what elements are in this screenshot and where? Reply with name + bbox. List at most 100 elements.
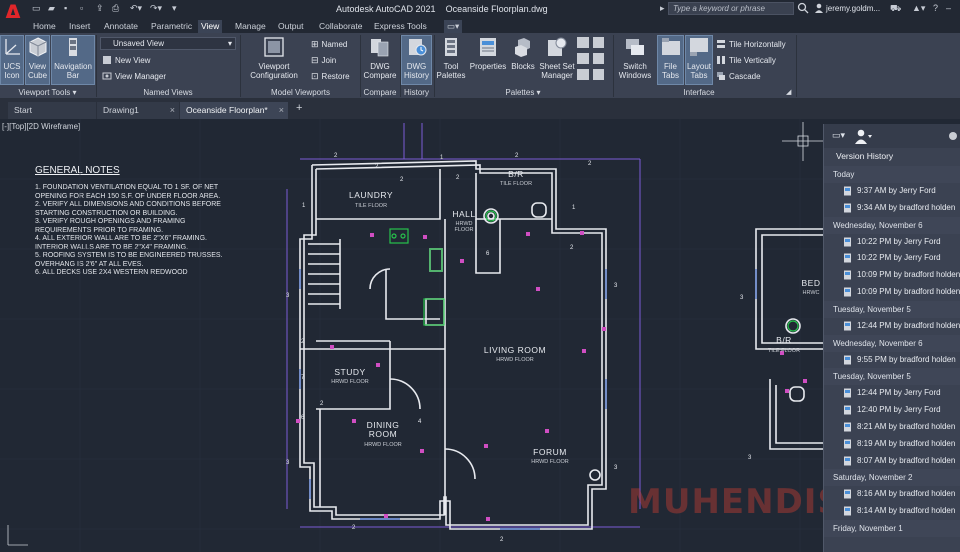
viewport-tools-panel-label[interactable]: Viewport Tools ▾ [0,87,95,98]
close-icon[interactable]: × [279,105,284,116]
cascade-button[interactable]: Cascade [716,70,761,82]
view-cube-button[interactable]: View Cube [25,35,50,85]
view-manager-button[interactable]: View Manager [102,70,166,82]
ucs-icon-label: UCS Icon [3,62,21,80]
user-icon[interactable] [814,3,824,13]
join-viewports-button[interactable]: ⊟ Join [311,54,336,66]
version-entry[interactable]: 8:19 AM by bradford holden [824,436,960,453]
version-entry[interactable]: 12:44 PM by Jerry Ford [824,385,960,402]
tool-palettes-button[interactable]: Tool Palettes [436,36,466,86]
blocks-button[interactable]: Blocks [509,36,537,86]
external-references-icon[interactable] [593,53,604,64]
undo-icon[interactable]: ↶▾ [130,3,142,14]
room-floor-hall: HRWD FLOOR [454,221,474,233]
tab-collaborate[interactable]: Collaborate [316,20,365,33]
viewport-configuration-button[interactable]: Viewport Configuration [244,36,304,86]
close-icon[interactable]: × [170,105,175,116]
navigation-bar-button[interactable]: Navigation Bar [51,35,95,85]
autodesk-a360-icon[interactable]: ▲▾ [912,3,925,14]
dwg-compare-button[interactable]: DWG Compare [362,36,398,86]
tab-manage[interactable]: Manage [232,20,269,33]
tile-horizontally-button[interactable]: Tile Horizontally [716,38,786,50]
svg-text:3: 3 [286,293,290,299]
version-entry[interactable]: 10:09 PM by bradford holden [824,267,960,284]
file-tab-start[interactable]: Start [8,102,96,119]
tab-home[interactable]: Home [30,20,59,33]
version-entry[interactable]: 9:55 PM by bradford holden [824,352,960,369]
minimize-icon[interactable]: – [946,3,951,13]
version-entry[interactable]: 8:21 AM by bradford holden [824,419,960,436]
compare-panel-label: Compare [363,88,397,97]
search-icon[interactable] [797,2,809,14]
redo-icon[interactable]: ↷▾ [150,3,162,14]
file-tab-drawing1[interactable]: Drawing1 × [97,102,179,119]
new-file-icon[interactable]: ▭ [32,3,41,14]
version-entry[interactable]: 8:14 AM by bradford holden [824,503,960,520]
dwg-file-icon [844,321,851,331]
version-entry[interactable]: 8:16 AM by bradford holden [824,486,960,503]
sheet-set-manager-button[interactable]: Sheet Set Manager [538,36,576,86]
ucs-icon-button[interactable]: UCS Icon [0,35,24,85]
named-viewports-button[interactable]: ⊞ Named [311,38,347,50]
open-file-icon[interactable]: ▰ [48,3,55,14]
version-entry-label: 8:19 AM by bradford holden [857,438,956,448]
svg-text:2: 2 [320,401,324,407]
version-entry[interactable]: 10:22 PM by Jerry Ford [824,250,960,267]
version-entry[interactable]: 9:34 AM by bradford holden [824,200,960,217]
design-center-icon[interactable] [577,53,589,64]
join-icon: ⊟ [311,54,319,65]
tab-output[interactable]: Output [275,20,307,33]
markup-set-manager-icon[interactable] [577,37,589,48]
search-chevron-icon[interactable]: ▸ [660,3,665,14]
switch-windows-button[interactable]: Switch Windows [616,36,654,86]
qat-dropdown-icon[interactable]: ▾ [172,3,177,14]
version-entry[interactable]: 9:37 AM by Jerry Ford [824,183,960,200]
view-cube-label: View Cube [27,62,48,80]
room-floor-bath-2: TILE FLOOR [767,348,801,354]
workspace-switch-icon[interactable]: ▭▾ [444,20,463,33]
panel-launcher-icon[interactable]: ◢ [786,88,791,96]
restore-icon: ⊡ [311,70,319,81]
print-icon[interactable]: ⎙ [112,3,119,14]
version-entry[interactable]: 12:44 PM by bradford holden [824,318,960,335]
file-tab-oceanside-floorplan[interactable]: Oceanside Floorplan* × [180,102,288,119]
tab-insert[interactable]: Insert [66,20,93,33]
user-filter-icon[interactable] [854,128,872,144]
restore-viewports-button[interactable]: ⊡ Restore [311,70,350,82]
properties-button[interactable]: Properties [468,36,508,86]
cart-icon[interactable]: ⛟ [890,3,901,15]
search-input[interactable]: Type a keyword or phrase [668,2,794,15]
new-view-button[interactable]: New View [102,54,150,66]
version-entry[interactable]: 10:22 PM by Jerry Ford [824,234,960,251]
tile-vertically-label: Tile Vertically [729,55,776,65]
version-entry[interactable]: 10:09 PM by bradford holden [824,284,960,301]
palette-menu-icon[interactable]: ▭▾ [832,130,845,141]
version-date-group: Today [824,166,960,183]
quickcalc-icon[interactable] [593,37,604,48]
new-tab-button[interactable]: + [296,102,302,114]
named-view-select[interactable]: Unsaved View ▾ [100,37,236,50]
dwg-file-icon [844,253,851,263]
save-as-icon[interactable]: ▫ [80,3,83,13]
tile-vertically-button[interactable]: Tile Vertically [716,54,776,66]
tab-parametric[interactable]: Parametric [148,20,195,33]
user-name[interactable]: jeremy.goldm... [826,4,880,13]
sheet-set-manager-label: Sheet Set Manager [539,62,575,80]
layout-tabs-button[interactable]: Layout Tabs [685,35,713,85]
tab-express-tools[interactable]: Express Tools [371,20,430,33]
version-entry[interactable]: 8:07 AM by bradford holden [824,453,960,470]
drawing-canvas[interactable]: [-][Top][2D Wireframe] GENERAL NOTES 1. … [0,119,960,552]
dwg-history-button[interactable]: DWG History [401,35,432,85]
tab-view[interactable]: View [198,20,223,33]
share-icon[interactable]: ⇪ [96,3,104,14]
chevron-down-icon: ▾ [227,39,232,48]
layer-properties-icon[interactable] [577,69,589,80]
help-icon[interactable]: ? [933,3,938,13]
tab-annotate[interactable]: Annotate [101,20,141,33]
version-entry[interactable]: 12:40 PM by Jerry Ford [824,402,960,419]
command-line-icon[interactable] [593,69,604,80]
autocad-window: A ▭ ▰ ▪ ▫ ⇪ ⎙ ↶▾ ↷▾ ▾ Autodesk AutoCAD 2… [0,0,960,552]
palettes-panel-label[interactable]: Palettes ▾ [434,87,612,98]
save-icon[interactable]: ▪ [64,3,67,13]
file-tabs-button[interactable]: File Tabs [657,35,684,85]
